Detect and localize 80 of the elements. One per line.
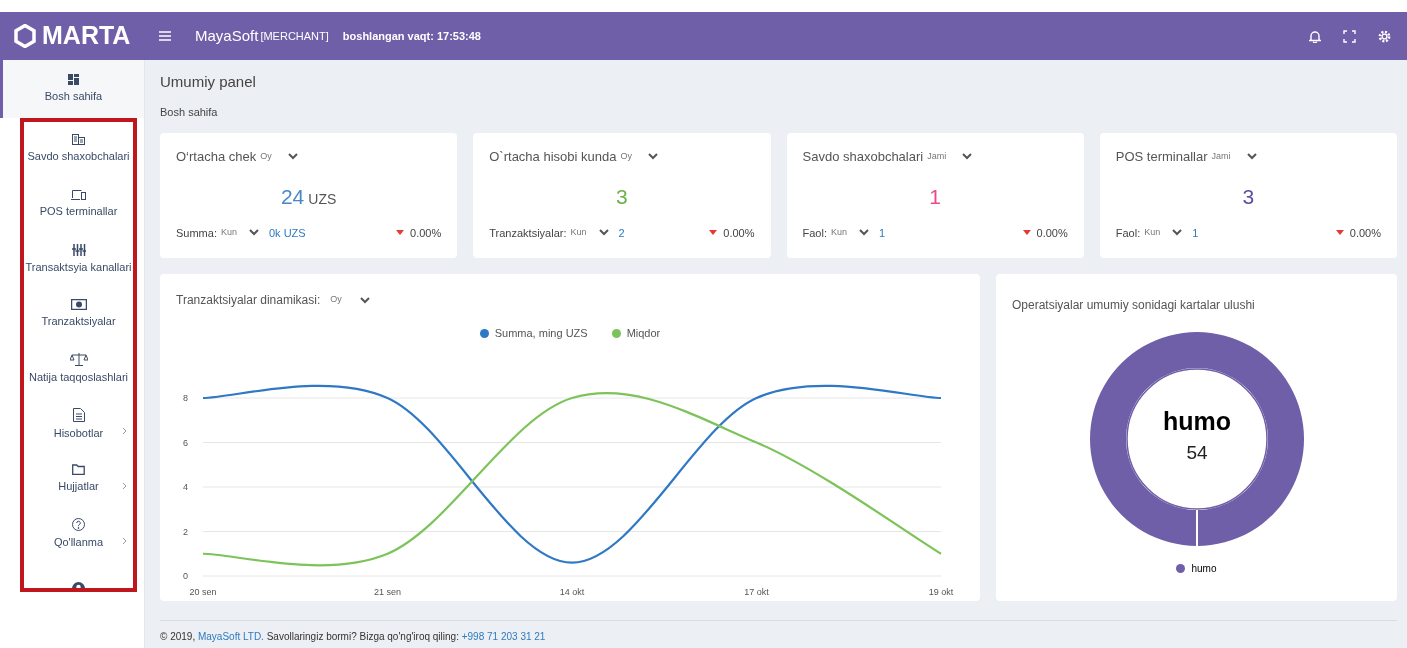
card-title: Savdo shaxobchalari [802,148,924,166]
stat-value: 3 [1242,184,1255,208]
period-select[interactable]: Kun [830,226,847,240]
legend-label: Summa, ming UZS [494,326,588,341]
logo-text: MARTA [42,20,131,52]
chevron-down-icon[interactable] [1172,229,1183,237]
x-tick-label: 17 okt [744,586,769,596]
chart-title: Tranzaktsiyalar dinamikasi: [176,292,321,309]
footer-label: Faol: [802,225,827,241]
change-percent: 0.00% [723,225,755,241]
donut-center-label: humo [1162,407,1231,435]
page-title: Umumiy panel [160,72,257,92]
building-icon [72,134,85,146]
card-title: POS terminallar [1115,148,1208,166]
change-percent: 0.00% [410,225,442,241]
session-time: boshlangan vaqt: 17:53:48 [342,28,481,44]
banknote-icon [70,299,87,311]
period-select[interactable]: Kun [220,226,237,240]
stat-value: 1 [929,184,941,208]
period-select[interactable]: Oy [330,293,342,307]
footer-label: Faol: [1115,225,1141,241]
footer-text: © 2019, MayaSoft LTD. Savollaringiz bormi? Bizga qo'ng'iroq qiling: +998 71 203 31 21 [160,620,1397,648]
phone-link[interactable]: +998 71 203 31 21 [461,631,546,642]
company-link[interactable]: MayaSoft LTD. [197,631,264,642]
donut-title: Operatsiyalar umumiy sonidagi kartalar ulushi [1011,297,1256,314]
legend-label: humo [1191,562,1217,576]
scales-icon [69,353,88,367]
settings-icon[interactable] [1378,29,1391,43]
footer-label: Summa: [176,225,217,241]
period-select[interactable]: Kun [1144,226,1161,240]
document-icon [72,407,85,422]
change-percent: 0.00% [1036,225,1068,241]
card-title: O‘rtacha chek [176,148,257,166]
y-tick-label: 0 [183,570,188,581]
donut-center-value: 54 [1185,442,1208,463]
y-tick-label: 8 [183,392,188,403]
hexagon-logo-icon [14,24,36,48]
unit-label: UZS [308,190,337,207]
card-title: O`rtacha hisobi kunda [489,148,617,166]
menu-icon[interactable] [159,31,171,41]
period-select[interactable]: Oy [620,150,632,164]
fullscreen-icon[interactable] [1343,29,1356,43]
footer-value: 1 [1192,225,1199,241]
change-percent: 0.00% [1349,225,1381,241]
notification-icon[interactable] [1309,29,1321,43]
sliders-icon [71,243,86,256]
stat-value: 3 [616,184,628,208]
dashboard-icon [68,73,79,85]
sidebar-item[interactable]: Bosh sahifa [0,60,144,118]
legend-label: Miqdor [626,326,661,341]
footer-label: Tranzaktsiyalar: [489,225,567,241]
footer-value: 2 [618,225,625,241]
period-select[interactable]: Jami [927,150,947,164]
chevron-down-icon[interactable] [647,153,658,161]
folder-icon [72,464,85,476]
y-tick-label: 4 [183,481,188,492]
footer-value: 0k UZS [269,225,306,241]
period-select[interactable]: Jami [1211,150,1231,164]
chevron-down-icon[interactable] [962,153,973,161]
help-icon [72,518,85,532]
chevron-down-icon[interactable] [859,229,869,237]
role-label: [MERCHANT] [260,28,329,44]
app-name: MayaSoft [195,25,259,46]
period-select[interactable]: Oy [260,150,272,164]
devices-icon [71,189,86,201]
footer-value: 1 [879,225,886,241]
chevron-down-icon[interactable] [359,296,370,304]
chevron-down-icon[interactable] [598,229,609,237]
chevron-down-icon[interactable] [249,229,259,237]
y-tick-label: 2 [183,526,188,536]
x-tick-label: 14 okt [559,586,585,596]
x-tick-label: 19 okt [928,586,954,596]
period-select[interactable]: Kun [570,226,587,240]
stat-value: 24 [280,184,305,208]
x-tick-label: 21 sen [374,586,401,596]
x-tick-label: 20 sen [189,586,217,596]
y-tick-label: 6 [183,437,188,447]
chevron-down-icon[interactable] [287,153,298,161]
breadcrumb: Bosh sahifa [160,104,219,120]
chevron-down-icon[interactable] [1246,153,1257,161]
